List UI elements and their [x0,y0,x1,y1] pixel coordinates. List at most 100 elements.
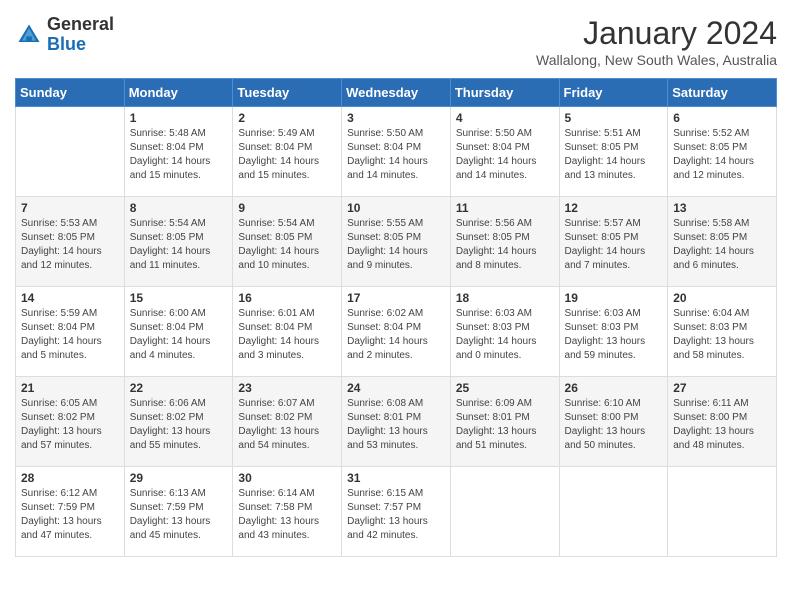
day-info: Sunrise: 5:53 AM Sunset: 8:05 PM Dayligh… [21,217,119,273]
day-number: 1 [130,111,228,125]
day-number: 12 [565,201,663,215]
day-info: Sunrise: 6:01 AM Sunset: 8:04 PM Dayligh… [238,307,336,363]
day-number: 23 [238,381,336,395]
calendar-body: 1 Sunrise: 5:48 AM Sunset: 8:04 PM Daylig… [16,107,777,557]
logo-line1: General [47,15,114,35]
day-number: 9 [238,201,336,215]
day-info: Sunrise: 5:50 AM Sunset: 8:04 PM Dayligh… [347,127,445,183]
day-info: Sunrise: 5:48 AM Sunset: 8:04 PM Dayligh… [130,127,228,183]
col-thursday: Thursday [450,79,559,107]
day-info: Sunrise: 5:49 AM Sunset: 8:04 PM Dayligh… [238,127,336,183]
calendar-week-3: 14Sunrise: 5:59 AM Sunset: 8:04 PM Dayli… [16,287,777,377]
day-number: 24 [347,381,445,395]
day-info: Sunrise: 6:06 AM Sunset: 8:02 PM Dayligh… [130,397,228,453]
calendar-cell: 1 Sunrise: 5:48 AM Sunset: 8:04 PM Daylig… [124,107,233,197]
day-info: Sunrise: 6:08 AM Sunset: 8:01 PM Dayligh… [347,397,445,453]
calendar-header: Sunday Monday Tuesday Wednesday Thursday… [16,79,777,107]
calendar-table: Sunday Monday Tuesday Wednesday Thursday… [15,78,777,557]
day-number: 2 [238,111,336,125]
day-number: 15 [130,291,228,305]
logo-text: General Blue [47,15,114,55]
day-info: Sunrise: 5:52 AM Sunset: 8:05 PM Dayligh… [673,127,771,183]
day-info: Sunrise: 6:15 AM Sunset: 7:57 PM Dayligh… [347,487,445,543]
day-info: Sunrise: 6:10 AM Sunset: 8:00 PM Dayligh… [565,397,663,453]
calendar-cell [559,467,668,557]
day-number: 22 [130,381,228,395]
calendar-cell: 15 Sunrise: 6:00 AM Sunset: 8:04 PM Dayli… [124,287,233,377]
col-saturday: Saturday [668,79,777,107]
calendar-cell: 17 Sunrise: 6:02 AM Sunset: 8:04 PM Dayli… [342,287,451,377]
calendar-cell: 31 Sunrise: 6:15 AM Sunset: 7:57 PM Dayli… [342,467,451,557]
calendar-cell: 10 Sunrise: 5:55 AM Sunset: 8:05 PM Dayli… [342,197,451,287]
calendar-week-2: 7Sunrise: 5:53 AM Sunset: 8:05 PM Daylig… [16,197,777,287]
calendar-cell: 24 Sunrise: 6:08 AM Sunset: 8:01 PM Dayli… [342,377,451,467]
calendar-cell: 30Sunrise: 6:14 AM Sunset: 7:58 PM Dayli… [233,467,342,557]
day-number: 20 [673,291,771,305]
day-info: Sunrise: 6:02 AM Sunset: 8:04 PM Dayligh… [347,307,445,363]
calendar-cell: 13 Sunrise: 5:58 AM Sunset: 8:05 PM Dayli… [668,197,777,287]
day-number: 13 [673,201,771,215]
col-friday: Friday [559,79,668,107]
day-info: Sunrise: 5:54 AM Sunset: 8:05 PM Dayligh… [238,217,336,273]
day-info: Sunrise: 6:00 AM Sunset: 8:04 PM Dayligh… [130,307,228,363]
calendar-cell: 26 Sunrise: 6:10 AM Sunset: 8:00 PM Dayli… [559,377,668,467]
day-info: Sunrise: 5:58 AM Sunset: 8:05 PM Dayligh… [673,217,771,273]
logo-line2: Blue [47,35,114,55]
month-title: January 2024 [536,15,777,52]
day-number: 14 [21,291,119,305]
calendar-cell: 5 Sunrise: 5:51 AM Sunset: 8:05 PM Daylig… [559,107,668,197]
col-sunday: Sunday [16,79,125,107]
calendar-cell: 8 Sunrise: 5:54 AM Sunset: 8:05 PM Daylig… [124,197,233,287]
calendar-week-5: 28Sunrise: 6:12 AM Sunset: 7:59 PM Dayli… [16,467,777,557]
day-info: Sunrise: 5:57 AM Sunset: 8:05 PM Dayligh… [565,217,663,273]
day-number: 26 [565,381,663,395]
calendar-cell: 16 Sunrise: 6:01 AM Sunset: 8:04 PM Dayli… [233,287,342,377]
calendar-cell: 22 Sunrise: 6:06 AM Sunset: 8:02 PM Dayli… [124,377,233,467]
day-number: 6 [673,111,771,125]
day-info: Sunrise: 6:13 AM Sunset: 7:59 PM Dayligh… [130,487,228,543]
day-number: 28 [21,471,119,485]
day-info: Sunrise: 5:54 AM Sunset: 8:05 PM Dayligh… [130,217,228,273]
calendar-cell: 14Sunrise: 5:59 AM Sunset: 8:04 PM Dayli… [16,287,125,377]
day-number: 10 [347,201,445,215]
page-header: General Blue January 2024 Wallalong, New… [15,15,777,68]
calendar-cell [16,107,125,197]
day-info: Sunrise: 5:55 AM Sunset: 8:05 PM Dayligh… [347,217,445,273]
day-info: Sunrise: 6:14 AM Sunset: 7:58 PM Dayligh… [238,487,336,543]
day-number: 4 [456,111,554,125]
day-number: 5 [565,111,663,125]
day-number: 31 [347,471,445,485]
col-wednesday: Wednesday [342,79,451,107]
day-number: 25 [456,381,554,395]
calendar-week-4: 21Sunrise: 6:05 AM Sunset: 8:02 PM Dayli… [16,377,777,467]
calendar-cell: 7Sunrise: 5:53 AM Sunset: 8:05 PM Daylig… [16,197,125,287]
calendar-cell: 23Sunrise: 6:07 AM Sunset: 8:02 PM Dayli… [233,377,342,467]
calendar-cell: 9 Sunrise: 5:54 AM Sunset: 8:05 PM Daylig… [233,197,342,287]
title-block: January 2024 Wallalong, New South Wales,… [536,15,777,68]
col-monday: Monday [124,79,233,107]
calendar-week-1: 1 Sunrise: 5:48 AM Sunset: 8:04 PM Daylig… [16,107,777,197]
day-number: 8 [130,201,228,215]
calendar-cell: 21Sunrise: 6:05 AM Sunset: 8:02 PM Dayli… [16,377,125,467]
day-number: 21 [21,381,119,395]
calendar-cell: 2 Sunrise: 5:49 AM Sunset: 8:04 PM Daylig… [233,107,342,197]
logo-icon [15,21,43,49]
day-number: 11 [456,201,554,215]
day-info: Sunrise: 5:56 AM Sunset: 8:05 PM Dayligh… [456,217,554,273]
day-number: 16 [238,291,336,305]
calendar-cell: 25 Sunrise: 6:09 AM Sunset: 8:01 PM Dayli… [450,377,559,467]
calendar-cell: 28Sunrise: 6:12 AM Sunset: 7:59 PM Dayli… [16,467,125,557]
day-info: Sunrise: 6:09 AM Sunset: 8:01 PM Dayligh… [456,397,554,453]
day-number: 17 [347,291,445,305]
calendar-cell: 20 Sunrise: 6:04 AM Sunset: 8:03 PM Dayli… [668,287,777,377]
location-subtitle: Wallalong, New South Wales, Australia [536,52,777,68]
day-number: 19 [565,291,663,305]
calendar-cell: 29Sunrise: 6:13 AM Sunset: 7:59 PM Dayli… [124,467,233,557]
day-info: Sunrise: 6:04 AM Sunset: 8:03 PM Dayligh… [673,307,771,363]
day-info: Sunrise: 6:03 AM Sunset: 8:03 PM Dayligh… [565,307,663,363]
day-info: Sunrise: 5:51 AM Sunset: 8:05 PM Dayligh… [565,127,663,183]
calendar-cell: 3 Sunrise: 5:50 AM Sunset: 8:04 PM Daylig… [342,107,451,197]
calendar-cell: 6 Sunrise: 5:52 AM Sunset: 8:05 PM Daylig… [668,107,777,197]
header-row: Sunday Monday Tuesday Wednesday Thursday… [16,79,777,107]
day-number: 3 [347,111,445,125]
